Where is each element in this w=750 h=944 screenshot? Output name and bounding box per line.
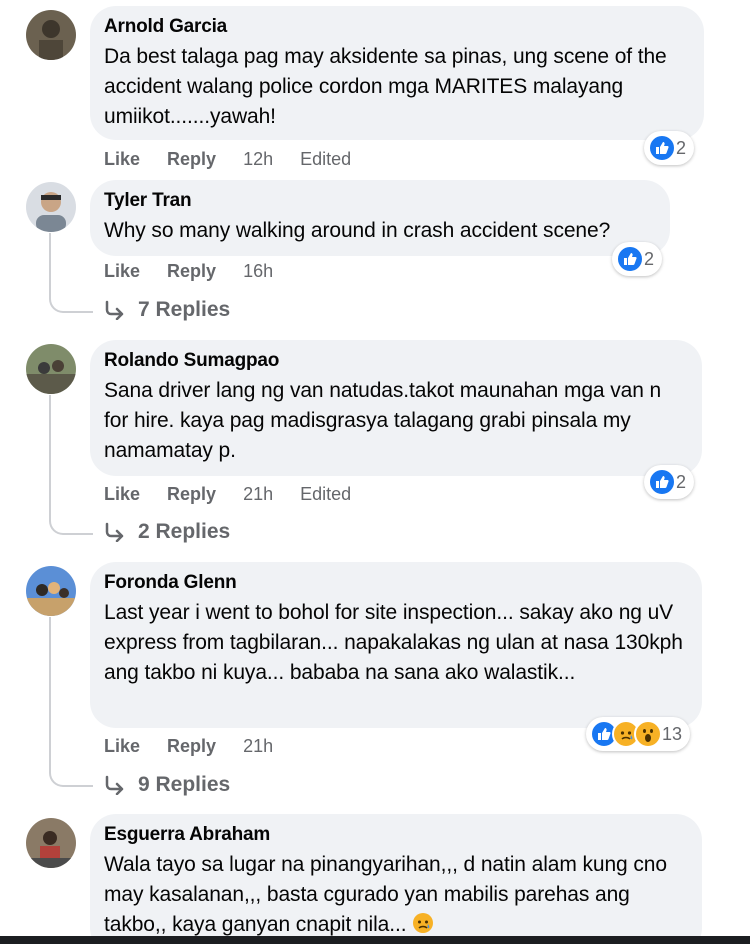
view-replies-button[interactable]: 9 Replies (104, 773, 230, 797)
thread-connector (49, 765, 93, 787)
comment-bubble: Rolando Sumagpao Sana driver lang ng van… (90, 340, 702, 476)
thread-connector (49, 291, 93, 313)
avatar[interactable] (26, 818, 76, 868)
comment-bubble: Tyler Tran Why so many walking around in… (90, 180, 670, 256)
comment-text: Wala tayo sa lugar na pinangyarihan,,, d… (104, 850, 684, 943)
like-button[interactable]: Like (104, 261, 140, 281)
wow-reaction-icon (634, 720, 662, 748)
avatar[interactable] (26, 344, 76, 394)
reaction-count: 2 (644, 248, 655, 269)
comment-actions: Like Reply 21h (104, 735, 295, 757)
reaction-count: 2 (676, 471, 687, 492)
comment-actions: Like Reply 12h Edited (104, 148, 373, 170)
comment-bubble: Arnold Garcia Da best talaga pag may aks… (90, 6, 704, 140)
replies-label[interactable]: 7 Replies (138, 298, 230, 322)
edited-label[interactable]: Edited (300, 484, 351, 504)
comment-bubble: Esguerra Abraham Wala tayo sa lugar na p… (90, 814, 702, 944)
comment-timestamp[interactable]: 21h (243, 736, 273, 756)
thread-line (49, 395, 51, 515)
edited-label[interactable]: Edited (300, 149, 351, 169)
view-replies-button[interactable]: 2 Replies (104, 520, 230, 544)
like-button[interactable]: Like (104, 736, 140, 756)
comment-actions: Like Reply 21h Edited (104, 483, 373, 505)
like-reaction-icon (616, 245, 644, 273)
replies-label[interactable]: 2 Replies (138, 520, 230, 544)
comment-author[interactable]: Tyler Tran (104, 190, 652, 212)
reply-button[interactable]: Reply (167, 736, 216, 756)
bottom-edge-bar (0, 936, 750, 944)
view-replies-button[interactable]: 7 Replies (104, 298, 230, 322)
comment-text: Da best talaga pag may aksidente sa pina… (104, 45, 667, 128)
replies-label[interactable]: 9 Replies (138, 773, 230, 797)
reactions-summary[interactable]: 13 (586, 717, 691, 751)
reactions-summary[interactable]: 2 (644, 131, 695, 165)
comment-author[interactable]: Esguerra Abraham (104, 824, 684, 846)
thread-line (49, 233, 51, 293)
avatar[interactable] (26, 566, 76, 616)
reply-button[interactable]: Reply (167, 484, 216, 504)
reaction-count: 13 (662, 723, 683, 744)
reaction-count: 2 (676, 137, 687, 158)
comment-timestamp[interactable]: 12h (243, 149, 273, 169)
reply-button[interactable]: Reply (167, 149, 216, 169)
reply-button[interactable]: Reply (167, 261, 216, 281)
comment-author[interactable]: Foronda Glenn (104, 572, 684, 594)
thread-connector (49, 513, 93, 535)
comment-text: Last year i went to bohol for site inspe… (104, 601, 683, 684)
comment-bubble: Foronda Glenn Last year i went to bohol … (90, 562, 702, 728)
reply-arrow-icon (104, 300, 126, 320)
reply-arrow-icon (104, 775, 126, 795)
comment-author[interactable]: Arnold Garcia (104, 16, 686, 38)
comment-author[interactable]: Rolando Sumagpao (104, 350, 684, 372)
avatar[interactable] (26, 182, 76, 232)
thread-line (49, 617, 51, 767)
reactions-summary[interactable]: 2 (612, 242, 663, 276)
like-button[interactable]: Like (104, 484, 140, 504)
reply-arrow-icon (104, 522, 126, 542)
comment-text: Sana driver lang ng van natudas.takot ma… (104, 379, 662, 462)
comment-timestamp[interactable]: 16h (243, 261, 273, 281)
like-reaction-icon (648, 134, 676, 162)
like-button[interactable]: Like (104, 149, 140, 169)
comment-actions: Like Reply 16h (104, 260, 295, 282)
reactions-summary[interactable]: 2 (644, 465, 695, 499)
like-reaction-icon (648, 468, 676, 496)
comment-text-body: Wala tayo sa lugar na pinangyarihan,,, d… (104, 853, 667, 936)
comment-timestamp[interactable]: 21h (243, 484, 273, 504)
comment-text: Why so many walking around in crash acci… (104, 219, 611, 242)
avatar[interactable] (26, 10, 76, 60)
